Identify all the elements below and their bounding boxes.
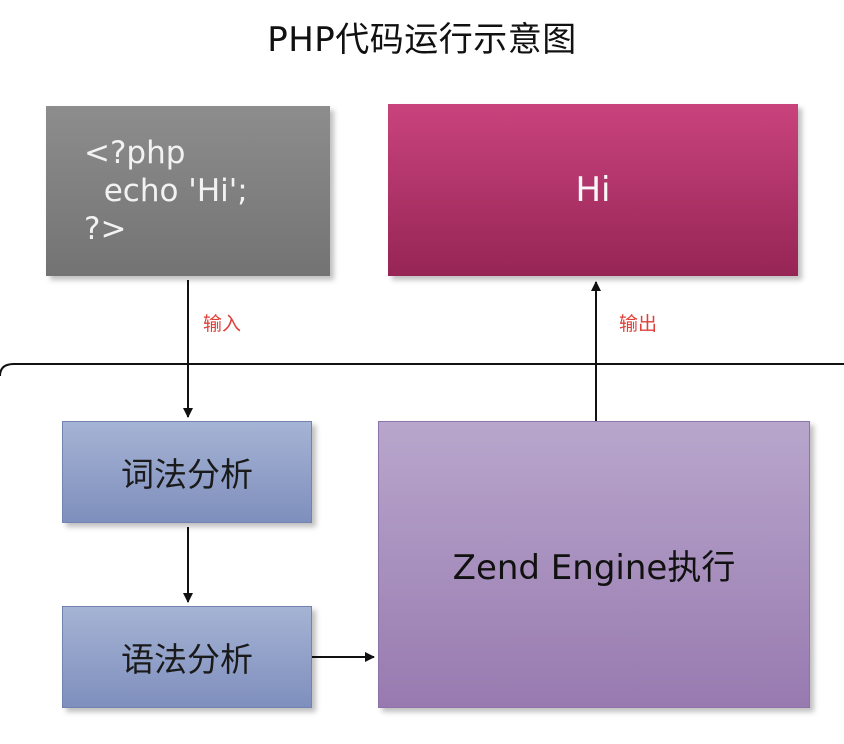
php-code-box: <?php echo 'Hi'; ?> [46, 106, 330, 276]
code-line: <?php [84, 135, 186, 171]
lexer-box: 词法分析 [62, 421, 312, 523]
parser-label: 语法分析 [121, 640, 253, 679]
zend-engine-box: Zend Engine执行 [378, 421, 810, 708]
code-line: echo 'Hi'; [84, 173, 248, 209]
lexer-label: 词法分析 [121, 455, 253, 494]
output-edge-label: 输出 [619, 313, 658, 335]
engine-label: Zend Engine执行 [452, 548, 736, 588]
parser-box: 语法分析 [62, 606, 312, 708]
output-text: Hi [575, 170, 611, 210]
code-line: ?> [84, 211, 127, 247]
engine-boundary-line [0, 363, 844, 377]
php-code: <?php echo 'Hi'; ?> [84, 134, 248, 248]
input-edge-label: 输入 [203, 313, 242, 335]
output-box: Hi [388, 104, 798, 276]
